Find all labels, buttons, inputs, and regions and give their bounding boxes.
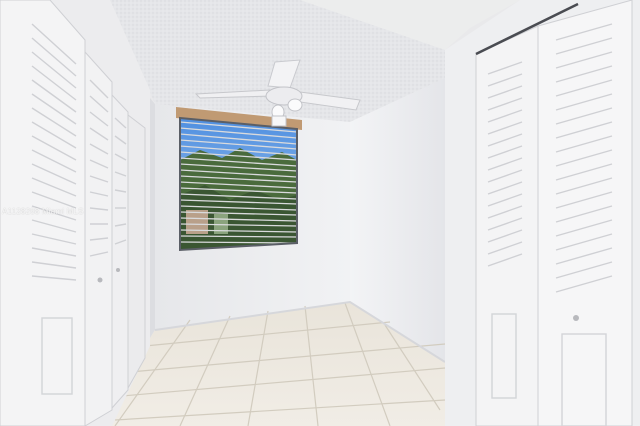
right-closet-doors[interactable] xyxy=(475,0,633,426)
room-photo: A1128288 Miami MLS xyxy=(0,0,640,426)
right-closet-door-1[interactable] xyxy=(475,25,539,426)
watermark-text: A1128288 Miami MLS xyxy=(2,207,84,216)
room-illustration xyxy=(0,0,640,426)
window-view xyxy=(180,148,297,250)
left-closet-door-4[interactable] xyxy=(127,113,146,390)
left-closet-knob-2[interactable] xyxy=(116,268,120,272)
left-closet-knob[interactable] xyxy=(97,277,103,283)
right-closet-knob[interactable] xyxy=(573,315,579,321)
left-closet-door-3[interactable] xyxy=(111,93,129,410)
